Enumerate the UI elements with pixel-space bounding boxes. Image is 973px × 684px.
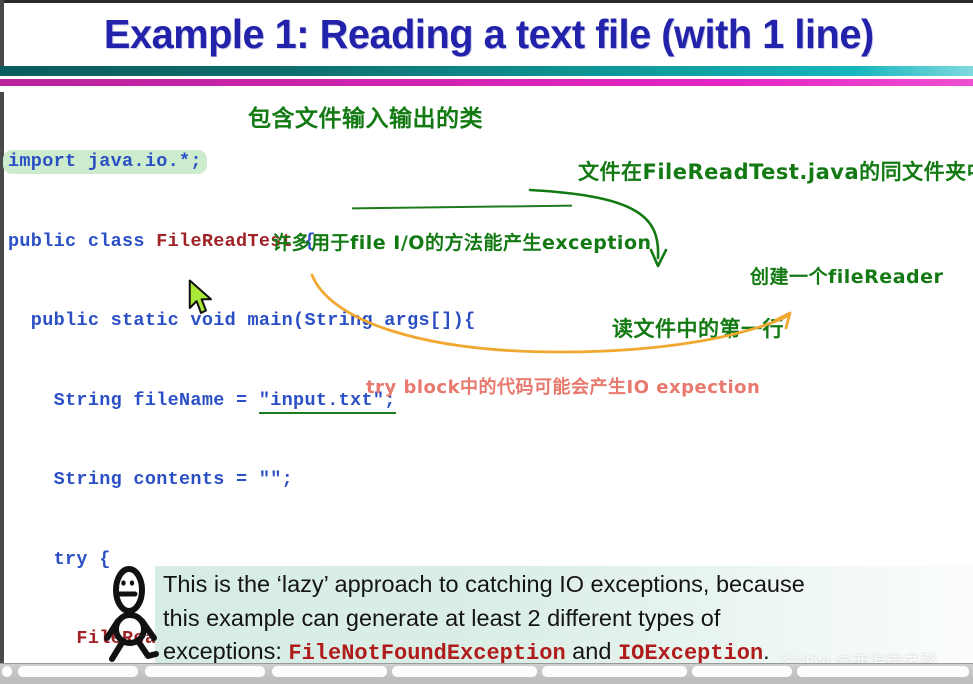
mouse-pointer-icon [188, 279, 212, 314]
code-text: public class [8, 230, 157, 252]
annotation-readline-note: 读文件中的第一行 [612, 317, 784, 341]
divider-bar-teal [0, 66, 973, 76]
stick-leg-right [135, 638, 159, 659]
stick-leg-left [109, 638, 126, 662]
taskbar[interactable] [0, 663, 973, 684]
stick-head [113, 566, 145, 614]
callout-line3-end: . [763, 638, 770, 664]
annotation-create-note: 创建一个fileReader [750, 266, 944, 288]
callout-line-1: This is the ‘lazy’ approach to catching … [163, 571, 805, 597]
stick-figure-icon [104, 566, 159, 662]
slide-left-border [0, 0, 4, 684]
stick-eye-left [121, 580, 126, 586]
taskbar-button[interactable] [145, 666, 265, 677]
code-text: String fileName = [8, 389, 259, 411]
callout-line3-mid: and [565, 638, 618, 664]
code-line-5: String contents = ""; [8, 467, 808, 494]
code-text: try { [8, 548, 111, 570]
callout-line-2: this example can generate at least 2 dif… [163, 604, 721, 631]
slide-title-area: Example 1: Reading a text file (with 1 l… [4, 3, 973, 65]
slide-canvas: Example 1: Reading a text file (with 1 l… [0, 0, 973, 684]
annotation-tryblock-note: try block中的代码可能会产生IO expection [366, 377, 761, 398]
divider-bar-magenta [0, 79, 973, 86]
code-text: String contents = ""; [8, 469, 294, 490]
taskbar-button[interactable] [18, 666, 138, 677]
divider-bar-gap [0, 86, 973, 92]
code-import-highlight: import java.io.*; [3, 150, 207, 174]
taskbar-button[interactable] [692, 666, 792, 677]
cursor-shape [188, 279, 212, 314]
page-title: Example 1: Reading a text file (with 1 l… [103, 10, 874, 57]
taskbar-button[interactable] [2, 666, 12, 677]
stick-eye-right [129, 580, 135, 586]
taskbar-button[interactable] [797, 666, 969, 677]
taskbar-button[interactable] [392, 666, 537, 677]
taskbar-lower-strip [0, 679, 973, 684]
taskbar-button[interactable] [272, 666, 387, 677]
code-text: public static void main(String args[]){ [8, 310, 476, 331]
annotation-exception-note: 许多用于file I/O的方法能产生exception [272, 232, 652, 254]
annotation-folder-note: 文件在FileReadTest.java的同文件夹中 [578, 160, 973, 184]
taskbar-button[interactable] [542, 666, 687, 677]
annotation-import-note: 包含文件输入输出的类 [248, 106, 483, 132]
callout-line3-prefix: exceptions: [163, 638, 289, 664]
